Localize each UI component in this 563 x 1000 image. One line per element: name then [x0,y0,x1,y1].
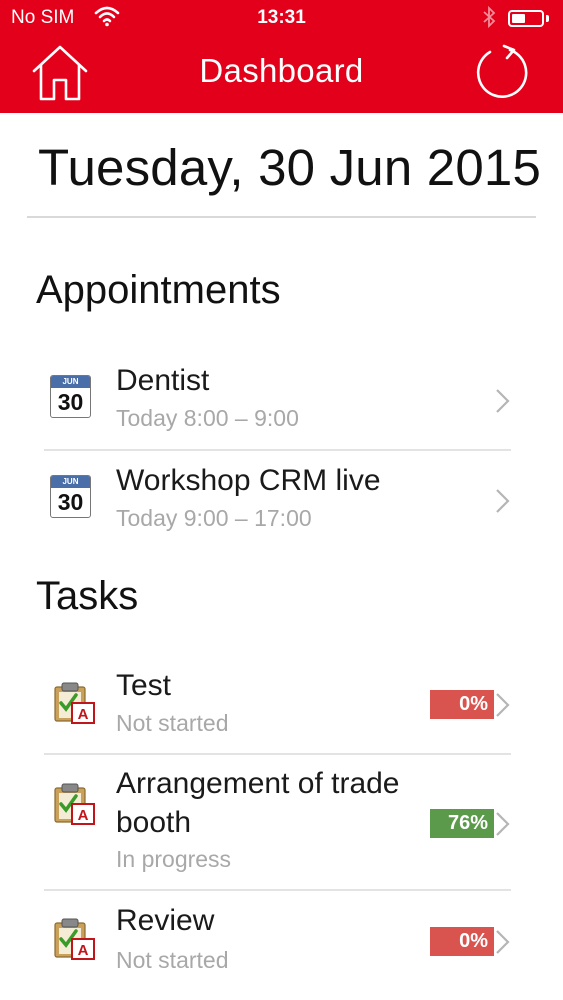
status-bar: No SIM 13:31 [0,0,563,40]
tasks-heading: Tasks [36,574,139,618]
clock: 13:31 [257,7,306,28]
appointment-title: Dentist [116,364,210,397]
task-status: In progress [116,846,232,872]
refresh-button[interactable] [474,44,532,102]
task-title-line-2: booth [116,806,192,839]
navigation-bar: No SIM 13:31 Dashboard [0,0,563,113]
chevron-right-icon [496,693,510,717]
chevron-right-icon [496,489,510,513]
bluetooth-icon [482,5,496,35]
appointment-row[interactable]: JUN 30 Dentist Today 8:00 – 9:00 [0,350,563,450]
svg-text:A: A [78,706,89,723]
divider [27,216,536,218]
task-icon: A [54,682,95,724]
battery-tip [546,15,549,22]
refresh-icon [476,44,528,98]
task-status: Not started [116,710,229,736]
task-title: Review [116,904,215,937]
chevron-right-icon [496,930,510,954]
task-status: Not started [116,947,229,973]
calendar-icon: JUN 30 [50,375,91,418]
battery-icon [508,10,544,27]
progress-badge: 76% [430,809,494,838]
task-title: Test [116,669,172,702]
appointment-time: Today 9:00 – 17:00 [116,505,312,531]
current-date: Tuesday, 30 Jun 2015 [38,139,542,196]
task-icon: A [54,783,95,825]
chevron-right-icon [496,812,510,836]
appointment-title: Workshop CRM live [116,464,381,497]
task-icon: A [54,918,95,960]
appointment-row[interactable]: JUN 30 Workshop CRM live Today 9:00 – 17… [0,450,563,550]
appointments-heading: Appointments [36,268,281,312]
task-row[interactable]: A Arrangement of trade booth In progress… [0,755,563,890]
task-title-line-1: Arrangement of trade [116,767,400,800]
svg-text:A: A [78,807,89,824]
task-row[interactable]: A Test Not started 0% [0,655,563,753]
svg-text:A: A [78,942,89,959]
appointment-time: Today 8:00 – 9:00 [116,405,299,431]
task-row[interactable]: A Review Not started 0% [0,891,563,1000]
chevron-right-icon [496,389,510,413]
progress-badge: 0% [430,927,494,956]
calendar-icon: JUN 30 [50,475,91,518]
progress-badge: 0% [430,690,494,719]
